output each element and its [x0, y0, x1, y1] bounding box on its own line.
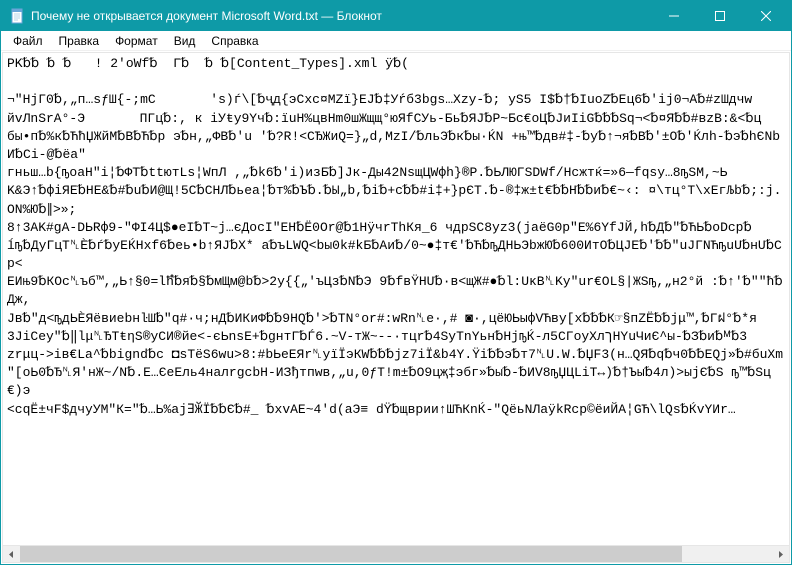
scroll-thumb[interactable]	[20, 546, 682, 563]
menubar: Файл Правка Формат Вид Справка	[1, 31, 791, 51]
window-controls	[651, 1, 789, 31]
menu-view[interactable]: Вид	[166, 32, 204, 50]
menu-edit[interactable]: Правка	[51, 32, 108, 50]
scroll-right-button[interactable]	[772, 546, 789, 563]
editor-area: PK␢␢ ␢ ␢ ! 2'oWf␢ Г␢ ␢ ␢[Content_Types].…	[2, 52, 790, 563]
close-button[interactable]	[743, 1, 789, 31]
text-editor[interactable]: PK␢␢ ␢ ␢ ! 2'oWf␢ Г␢ ␢ ␢[Content_Types].…	[3, 53, 789, 545]
titlebar[interactable]: Почему не открывается документ Microsoft…	[1, 1, 791, 31]
horizontal-scrollbar[interactable]	[3, 545, 789, 562]
notepad-icon	[9, 8, 25, 24]
menu-format[interactable]: Формат	[107, 32, 166, 50]
menu-help[interactable]: Справка	[203, 32, 266, 50]
notepad-window: Почему не открывается документ Microsoft…	[0, 0, 792, 565]
menu-file[interactable]: Файл	[5, 32, 51, 50]
minimize-button[interactable]	[651, 1, 697, 31]
scroll-left-button[interactable]	[3, 546, 20, 563]
scroll-track[interactable]	[20, 546, 772, 563]
maximize-button[interactable]	[697, 1, 743, 31]
window-title: Почему не открывается документ Microsoft…	[31, 9, 651, 23]
